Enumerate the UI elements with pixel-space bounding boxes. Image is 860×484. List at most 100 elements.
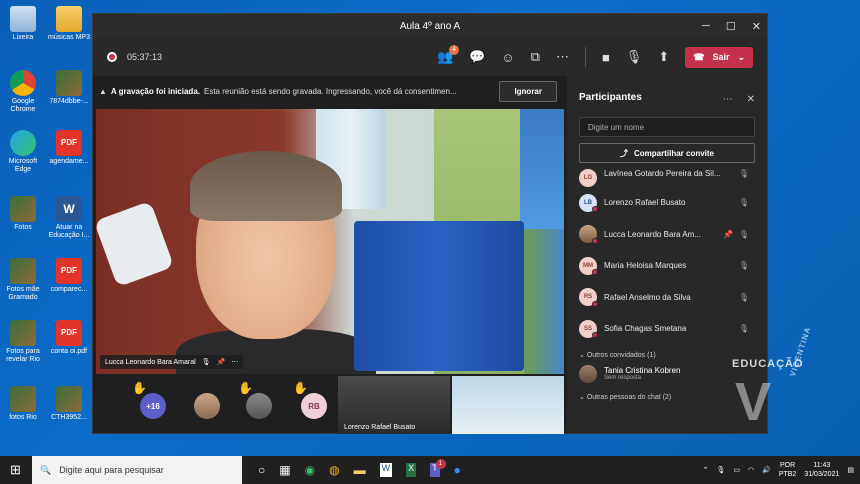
- chrome-icon: [10, 70, 36, 96]
- video-thumbnail[interactable]: [452, 376, 564, 434]
- cortana-icon[interactable]: ○: [258, 463, 265, 477]
- taskbar-search[interactable]: 🔍 Digite aqui para pesquisar: [32, 456, 242, 484]
- file-explorer-icon[interactable]: ▬: [354, 463, 366, 477]
- mic-off-icon: 🎙: [738, 169, 749, 178]
- participant-search-input[interactable]: Digite um nome: [579, 117, 755, 137]
- chevron-up-icon[interactable]: ⌃: [703, 466, 709, 474]
- participant-name: Rafael Anselmo da Silva: [604, 292, 691, 302]
- desktop-icon-edge[interactable]: Microsoft Edge: [0, 130, 46, 174]
- participant-row[interactable]: RS Rafael Anselmo da Silva 🎙: [567, 282, 767, 314]
- video-person-hair: [190, 151, 342, 221]
- desktop-icon-fotos-mae[interactable]: Fotos mãe Gramado: [0, 258, 46, 302]
- desktop-icon-comparec[interactable]: PDF comparec...: [46, 258, 92, 294]
- chevron-down-icon[interactable]: ⌄: [737, 52, 745, 63]
- rooms-icon[interactable]: ⧉: [531, 49, 540, 65]
- participant-avatar-rb[interactable]: ✋ RB: [293, 381, 327, 419]
- desktop-icon-chrome[interactable]: Google Chrome: [0, 70, 46, 114]
- participant-avatar[interactable]: [194, 393, 220, 419]
- mic-off-icon: 🎙: [201, 359, 211, 366]
- desktop-icon-conta-oi[interactable]: PDF conta oi.pdf: [46, 320, 92, 356]
- language-indicator[interactable]: POR PTB2: [779, 461, 797, 479]
- participant-row[interactable]: LG Lavínea Gotardo Pereira da Sil... 🎙: [567, 169, 767, 187]
- participant-row[interactable]: Lucca Leonardo Bara Am... 📌 🎙: [567, 219, 767, 251]
- teams-meeting-window: Aula 4º ano A ─ ☐ ✕ 05:37:13 👥 4 💬 ☺ ⧉ ⋯ …: [92, 13, 768, 434]
- desktop-icon-agendamento[interactable]: PDF agendame...: [46, 130, 92, 166]
- desktop-icon-cth[interactable]: CTH3952...: [46, 386, 92, 422]
- folder-icon: [56, 6, 82, 32]
- participant-strip: ✋ +16 ✋ ✋ RB Lorenzo Rafael Busato: [96, 376, 564, 434]
- video-poster: [520, 109, 564, 229]
- battery-icon[interactable]: ▭: [733, 466, 740, 474]
- notifications-icon[interactable]: ▤: [847, 466, 854, 474]
- more-actions-icon[interactable]: ⋯: [556, 49, 569, 65]
- close-icon[interactable]: ✕: [752, 20, 761, 33]
- participant-row[interactable]: MM Maria Heloisa Marques 🎙: [567, 250, 767, 282]
- lang-label: POR: [779, 462, 796, 469]
- zoom-taskbar-icon[interactable]: ●: [454, 463, 461, 477]
- clock[interactable]: 11:43 31/03/2021: [804, 461, 839, 479]
- task-view-icon[interactable]: ▦: [279, 463, 290, 477]
- recording-icon: [107, 52, 117, 62]
- share-screen-icon[interactable]: ⬆: [658, 49, 669, 65]
- panel-more-icon[interactable]: ⋯: [723, 94, 733, 105]
- mic-tray-icon[interactable]: 🎙: [716, 466, 725, 474]
- participant-avatar[interactable]: ✋: [238, 381, 272, 419]
- more-icon[interactable]: ⋯: [231, 358, 238, 366]
- ignore-button[interactable]: Ignorar: [499, 81, 557, 102]
- notice-text: Esta reunião está sendo gravada. Ingress…: [204, 86, 457, 96]
- participant-name: Lavínea Gotardo Pereira da Sil...: [604, 169, 721, 178]
- edge-icon: [10, 130, 36, 156]
- avatar-initials: RB: [308, 401, 320, 411]
- watermark-logo: V: [735, 372, 772, 432]
- folder-photo-icon: [10, 386, 36, 412]
- desktop-icon-fotos[interactable]: Fotos: [0, 196, 46, 232]
- participant-row[interactable]: SS Sofia Chagas Smetana 🎙: [567, 313, 767, 345]
- panel-close-icon[interactable]: ✕: [747, 94, 755, 105]
- word-taskbar-icon[interactable]: W: [379, 463, 393, 477]
- minimize-icon[interactable]: ─: [702, 20, 710, 32]
- main-video[interactable]: Lucca Leonardo Bara Amaral 🎙 📌 ⋯: [96, 109, 564, 374]
- wifi-icon[interactable]: ◠: [748, 466, 754, 474]
- more-participants[interactable]: ✋ +16: [132, 381, 166, 419]
- leave-button[interactable]: ☎ Sair ⌄: [685, 46, 753, 68]
- share-invite-button[interactable]: ⤴ Compartilhar convite: [579, 143, 755, 163]
- chrome-taskbar-icon[interactable]: ◍: [329, 463, 339, 477]
- folder-photo-icon: [10, 196, 36, 222]
- panel-title: Participantes: [579, 92, 642, 103]
- teams-taskbar-icon[interactable]: T1: [430, 459, 446, 477]
- maximize-icon[interactable]: ☐: [726, 20, 736, 33]
- camera-icon[interactable]: ■: [602, 50, 610, 65]
- notice-bold: A gravação foi iniciada.: [110, 86, 200, 96]
- volume-icon[interactable]: 🔊: [762, 466, 771, 474]
- word-doc-icon: W: [56, 196, 82, 222]
- desktop-icon-photo1[interactable]: 7874dbbe-...: [46, 70, 92, 106]
- avatar-initials: SS: [583, 325, 592, 332]
- meeting-timer: 05:37:13: [127, 52, 163, 62]
- video-thumbnail[interactable]: Lorenzo Rafael Busato: [338, 376, 450, 434]
- avatar-initials: LG: [583, 175, 593, 181]
- system-tray: ⌃ 🎙 ▭ ◠ 🔊 POR PTB2 11:43 31/03/2021 ▤: [703, 456, 854, 484]
- excel-taskbar-icon[interactable]: X: [406, 463, 417, 477]
- start-icon[interactable]: ⊞: [10, 462, 21, 478]
- section-label: Outras pessoas do chat (2): [586, 393, 672, 401]
- windows-taskbar: ⊞ 🔍 Digite aqui para pesquisar ○ ▦ ◉ ◍ ▬…: [0, 456, 860, 484]
- chat-icon[interactable]: 💬: [469, 49, 485, 65]
- clock-time: 11:43: [813, 462, 831, 469]
- participants-button[interactable]: 👥 4: [437, 45, 460, 65]
- mic-off-icon: 🎙: [738, 229, 749, 239]
- pin-icon[interactable]: 📌: [217, 358, 226, 366]
- more-count: +16: [146, 401, 160, 411]
- desktop-icon-atuar[interactable]: W Atuar na Educação I...: [46, 196, 92, 240]
- desktop-icon-lixeira[interactable]: Lixeira: [0, 6, 46, 42]
- desktop-icon-fotos-rio[interactable]: fotos Rio: [0, 386, 46, 422]
- participant-row[interactable]: LB Lorenzo Rafael Busato 🎙: [567, 187, 767, 219]
- edge-taskbar-icon[interactable]: ◉: [305, 463, 315, 477]
- microphone-icon[interactable]: 🎙: [626, 49, 643, 65]
- mic-off-icon: 🎙: [738, 324, 749, 334]
- share-invite-label: Compartilhar convite: [633, 148, 714, 158]
- reactions-icon[interactable]: ☺: [501, 50, 514, 65]
- pin-icon[interactable]: 📌: [723, 230, 733, 239]
- desktop-icon-fotos-revelar[interactable]: Fotos para revelar Rio: [0, 320, 46, 364]
- participant-avatar: LG: [579, 169, 597, 187]
- desktop-icon-musicas[interactable]: músicas MP3: [46, 6, 92, 42]
